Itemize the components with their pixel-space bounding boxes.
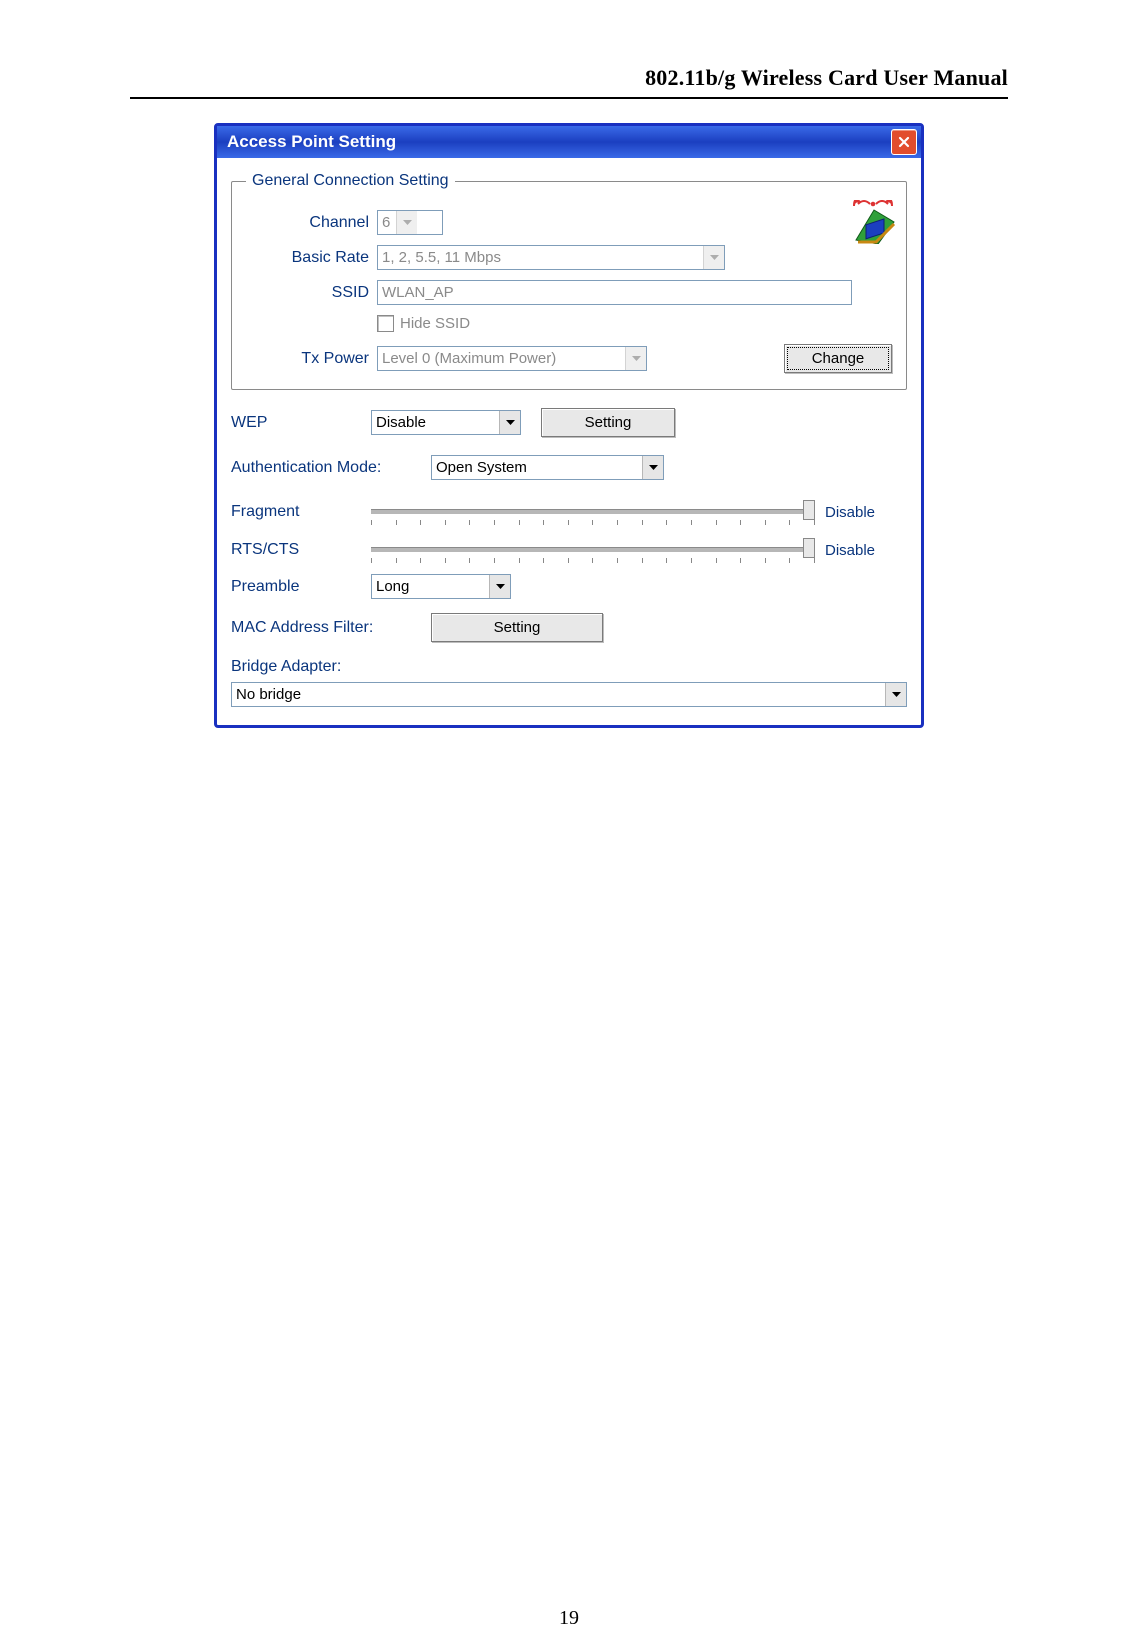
checkbox-box <box>377 315 394 332</box>
wep-select[interactable]: Disable <box>371 410 521 435</box>
fragment-label: Fragment <box>231 503 371 521</box>
chevron-down-icon <box>885 683 906 706</box>
preamble-label: Preamble <box>231 578 371 596</box>
wep-value: Disable <box>372 414 499 431</box>
basic-rate-label: Basic Rate <box>246 249 377 267</box>
auth-mode-select[interactable]: Open System <box>431 455 664 480</box>
hide-ssid-label: Hide SSID <box>400 315 470 332</box>
page-header: 802.11b/g Wireless Card User Manual <box>130 65 1008 91</box>
channel-label: Channel <box>246 214 377 232</box>
titlebar: Access Point Setting <box>217 126 921 158</box>
tx-power-label: Tx Power <box>246 350 377 368</box>
basic-rate-value: 1, 2, 5.5, 11 Mbps <box>378 249 703 266</box>
bridge-adapter-select[interactable]: No bridge <box>231 682 907 707</box>
fragment-slider[interactable] <box>371 498 815 526</box>
rtscts-value: Disable <box>815 542 907 559</box>
basic-rate-select[interactable]: 1, 2, 5.5, 11 Mbps <box>377 245 725 270</box>
chevron-down-icon <box>499 411 520 434</box>
dialog-title: Access Point Setting <box>227 132 891 152</box>
access-point-icon <box>850 200 896 249</box>
rtscts-slider[interactable] <box>371 536 815 564</box>
tx-power-select[interactable]: Level 0 (Maximum Power) <box>377 346 647 371</box>
bridge-adapter-label: Bridge Adapter: <box>231 658 341 676</box>
page-number: 19 <box>0 1607 1138 1630</box>
ssid-value: WLAN_AP <box>382 284 454 301</box>
channel-value: 6 <box>378 214 396 231</box>
auth-mode-value: Open System <box>432 459 642 476</box>
chevron-down-icon <box>642 456 663 479</box>
change-button[interactable]: Change <box>784 344 892 373</box>
chevron-down-icon <box>396 211 417 234</box>
preamble-value: Long <box>372 578 489 595</box>
general-connection-fieldset: General Connection Setting Channel 6 <box>231 172 907 390</box>
hide-ssid-checkbox[interactable]: Hide SSID <box>377 315 470 332</box>
wep-label: WEP <box>231 414 371 432</box>
preamble-select[interactable]: Long <box>371 574 511 599</box>
wep-setting-button[interactable]: Setting <box>541 408 675 437</box>
general-legend: General Connection Setting <box>246 172 455 190</box>
slider-thumb[interactable] <box>803 500 815 520</box>
chevron-down-icon <box>625 347 646 370</box>
fragment-value: Disable <box>815 504 907 521</box>
channel-select[interactable]: 6 <box>377 210 443 235</box>
mac-filter-label: MAC Address Filter: <box>231 619 431 637</box>
close-icon <box>898 136 910 148</box>
mac-filter-setting-button[interactable]: Setting <box>431 613 603 642</box>
ssid-input[interactable]: WLAN_AP <box>377 280 852 305</box>
access-point-setting-dialog: Access Point Setting General Connection … <box>214 123 924 728</box>
bridge-adapter-value: No bridge <box>232 686 885 703</box>
header-rule <box>130 97 1008 99</box>
tx-power-value: Level 0 (Maximum Power) <box>378 350 625 367</box>
chevron-down-icon <box>489 575 510 598</box>
ssid-label: SSID <box>246 284 377 302</box>
slider-thumb[interactable] <box>803 538 815 558</box>
chevron-down-icon <box>703 246 724 269</box>
auth-mode-label: Authentication Mode: <box>231 459 431 477</box>
close-button[interactable] <box>891 129 917 155</box>
rtscts-label: RTS/CTS <box>231 541 371 559</box>
